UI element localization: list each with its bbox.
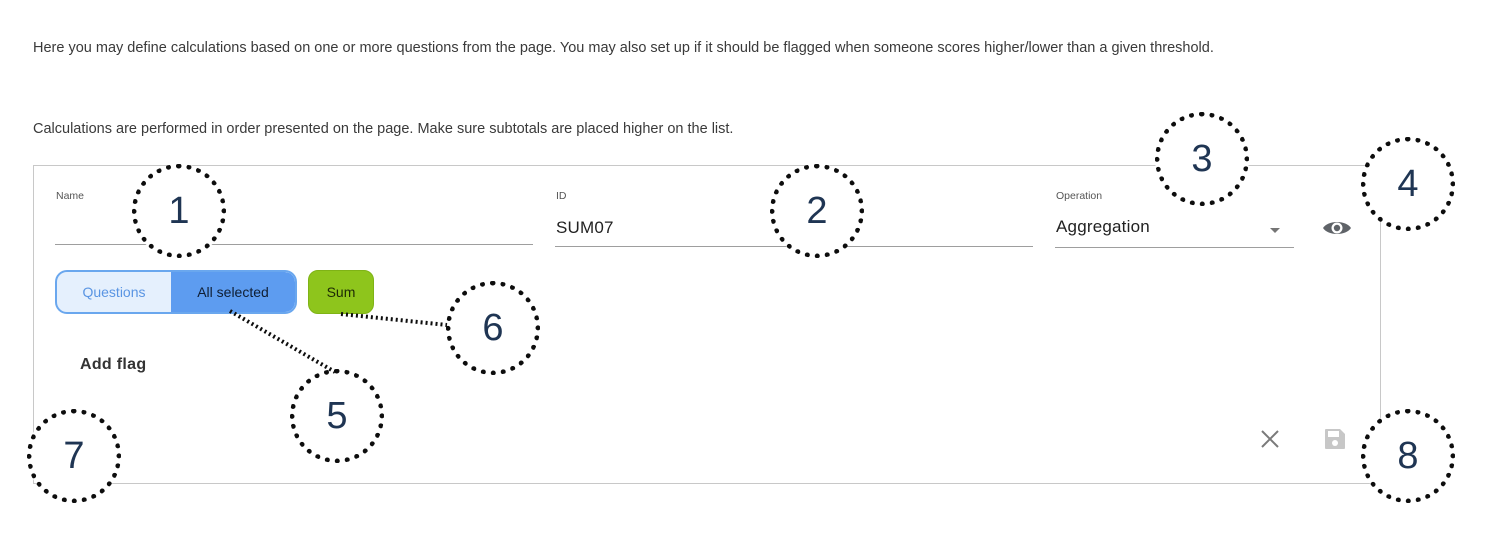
- callout-8: 8: [1361, 409, 1455, 503]
- intro-text: Here you may define calculations based o…: [33, 40, 1214, 56]
- save-icon[interactable]: [1323, 427, 1347, 451]
- name-label: Name: [56, 190, 85, 202]
- questions-toggle[interactable]: Questions All selected: [55, 270, 297, 314]
- callout-2: 2: [770, 164, 864, 258]
- callout-7: 7: [27, 409, 121, 503]
- callout-4: 4: [1361, 137, 1455, 231]
- callout-3: 3: [1155, 112, 1249, 206]
- callout-1: 1: [132, 164, 226, 258]
- close-icon[interactable]: [1259, 428, 1281, 450]
- sum-chip[interactable]: Sum: [308, 270, 374, 314]
- eye-icon[interactable]: [1322, 217, 1352, 239]
- toggle-option-all-selected[interactable]: All selected: [171, 272, 295, 312]
- id-label: ID: [556, 190, 567, 202]
- callout-6: 6: [446, 281, 540, 375]
- intro-note: Calculations are performed in order pres…: [33, 121, 734, 137]
- operation-underline: [1055, 247, 1294, 248]
- chevron-down-icon[interactable]: [1270, 228, 1280, 233]
- id-input[interactable]: SUM07: [556, 218, 614, 238]
- name-underline: [55, 244, 533, 245]
- name-input[interactable]: [56, 217, 532, 241]
- operation-select[interactable]: Aggregation: [1056, 217, 1150, 237]
- calculation-card: [33, 165, 1381, 484]
- add-flag-button[interactable]: Add flag: [80, 356, 146, 374]
- callout-5: 5: [290, 369, 384, 463]
- operation-label: Operation: [1056, 190, 1103, 202]
- toggle-option-questions[interactable]: Questions: [57, 272, 171, 312]
